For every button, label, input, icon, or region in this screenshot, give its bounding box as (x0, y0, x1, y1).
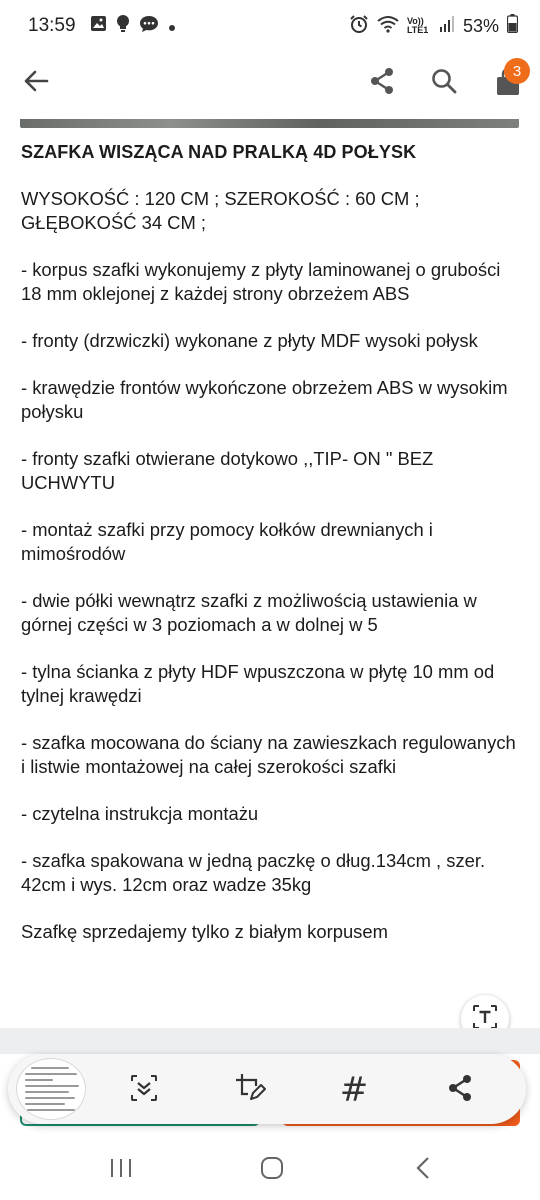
cart-button[interactable]: 3 (486, 58, 530, 106)
share-icon (369, 67, 395, 100)
alarm-icon (349, 14, 369, 39)
share-button[interactable] (360, 61, 404, 105)
scroll-capture-button[interactable] (122, 1068, 166, 1112)
dot-icon (168, 16, 176, 37)
status-bar: 13:59 Vo)) LTE1 53% (0, 0, 540, 52)
tag-button[interactable]: # (332, 1068, 376, 1112)
network-label: Vo)) LTE1 (406, 16, 429, 35)
lightbulb-icon (116, 14, 130, 38)
home-button[interactable] (247, 1150, 297, 1190)
battery-icon (506, 14, 519, 38)
description-paragraph: Szafkę sprzedajemy tylko z białym korpus… (21, 921, 388, 942)
cart-badge: 3 (504, 58, 530, 84)
recents-button[interactable] (96, 1150, 146, 1190)
battery-percent: 53% (462, 15, 499, 36)
arrow-back-icon (23, 69, 49, 98)
product-image-bottom-edge (20, 119, 519, 128)
product-description: SZAFKA WISZĄCA NAD PRALKĄ 4D POŁYSK WYSO… (21, 140, 521, 944)
description-paragraph: - szafka spakowana w jedną paczkę o dług… (21, 850, 486, 895)
description-title: SZAFKA WISZĄCA NAD PRALKĄ 4D POŁYSK (21, 142, 417, 162)
share-icon (447, 1074, 473, 1107)
description-paragraph: - szafka mocowana do ściany na zawieszka… (21, 732, 516, 777)
description-paragraph: WYSOKOŚĆ : 120 CM ; SZEROKOŚĆ : 60 CM ; … (21, 188, 420, 233)
capture-toolbar: # (8, 1054, 526, 1124)
system-nav-bar (0, 1138, 540, 1200)
edit-crop-icon (234, 1072, 266, 1109)
description-paragraph: - tylna ścianka z płyty HDF wpuszczona w… (21, 661, 495, 706)
search-button[interactable] (422, 61, 466, 105)
app-bar: 3 (0, 52, 540, 116)
back-icon (415, 1156, 431, 1185)
chat-bubble-icon (139, 15, 159, 38)
signal-icon (439, 15, 455, 38)
capture-thumbnail[interactable] (16, 1058, 86, 1120)
hashtag-icon: # (339, 1070, 369, 1110)
description-paragraph: - korpus szafki wykonujemy z płyty lamin… (21, 259, 501, 304)
description-paragraph: - dwie półki wewnątrz szafki z możliwośc… (21, 590, 477, 635)
description-paragraph: - fronty szafki otwierane dotykowo ,,TIP… (21, 448, 434, 493)
description-paragraph: - fronty (drzwiczki) wykonane z płyty MD… (21, 330, 478, 351)
search-icon (431, 68, 457, 99)
status-time: 13:59 (28, 15, 76, 36)
expand-capture-icon (129, 1073, 159, 1108)
home-icon (260, 1156, 284, 1185)
description-paragraph: - krawędzie frontów wykończone obrzeżem … (21, 377, 508, 422)
section-divider (0, 1028, 540, 1054)
notification-icons (90, 14, 176, 38)
draw-crop-button[interactable] (228, 1068, 272, 1112)
description-paragraph: - montaż szafki przy pomocy kołków drewn… (21, 519, 433, 564)
wifi-icon (377, 15, 399, 38)
capture-share-button[interactable] (438, 1068, 482, 1112)
image-icon (90, 15, 107, 37)
system-icons: Vo)) LTE1 53% (349, 14, 519, 39)
recents-icon (109, 1157, 133, 1184)
nav-back-button[interactable] (398, 1150, 448, 1190)
back-button[interactable] (14, 61, 58, 105)
description-paragraph: - czytelna instrukcja montażu (21, 803, 259, 824)
